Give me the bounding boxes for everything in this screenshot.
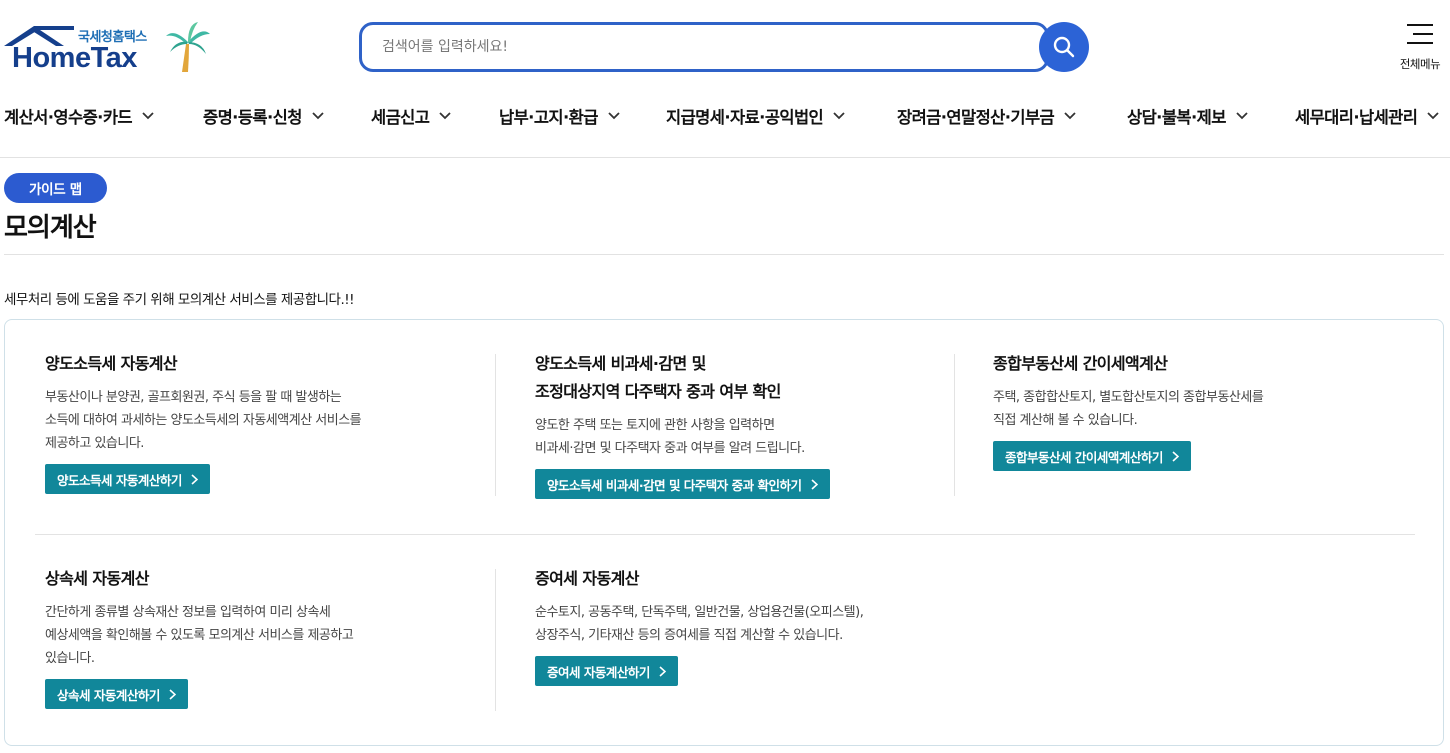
hometax-logo[interactable]: 국세청홈택스 HomeTax	[4, 22, 214, 74]
row-divider	[35, 534, 1415, 535]
button-label: 상속세 자동계산하기	[57, 687, 160, 703]
button-label: 양도소득세 자동계산하기	[57, 472, 182, 488]
gnb-label: 세금신고	[371, 108, 430, 127]
logo-name: HomeTax	[12, 42, 137, 74]
page-intro: 세무처리 등에 도움을 주기 위해 모의계산 서비스를 제공합니다.!!	[4, 292, 355, 308]
service-card-inheritance-tax: 상속세 자동계산 간단하게 종류별 상속재산 정보를 입력하여 미리 상속세 예…	[45, 565, 354, 709]
chevron-down-icon	[142, 112, 154, 120]
service-description: 주택, 종합합산토지, 별도합산토지의 종합부동산세를 직접 계산해 볼 수 있…	[993, 390, 1264, 428]
chevron-right-icon	[169, 688, 176, 700]
chevron-down-icon	[1236, 112, 1248, 120]
gnb-label: 계산서·영수증·카드	[4, 108, 133, 127]
chevron-down-icon	[608, 112, 620, 120]
all-menu-label: 전체메뉴	[1399, 57, 1441, 71]
search-box	[359, 22, 1049, 72]
real-estate-tax-calc-button[interactable]: 종합부동산세 간이세액계산하기	[993, 441, 1191, 471]
column-divider	[954, 354, 955, 496]
chevron-down-icon	[312, 112, 324, 120]
service-description: 부동산이나 분양권, 골프회원권, 주식 등을 팔 때 발생하는 소득에 대하여…	[45, 390, 362, 451]
service-description: 양도한 주택 또는 토지에 관한 사항을 입력하면 비과세·감면 및 다주택자 …	[535, 418, 805, 456]
button-label: 증여세 자동계산하기	[547, 664, 650, 680]
gnb-divider	[0, 157, 1450, 158]
gnb-item-tax-agent[interactable]: 세무대리·납세관리	[1295, 104, 1439, 128]
gnb-label: 세무대리·납세관리	[1295, 108, 1418, 127]
exemption-check-button[interactable]: 양도소득세 비과세·감면 및 다주택자 중과 확인하기	[535, 469, 830, 499]
chevron-down-icon	[439, 112, 451, 120]
transfer-income-tax-calc-button[interactable]: 양도소득세 자동계산하기	[45, 464, 210, 494]
chevron-right-icon	[659, 665, 666, 677]
service-card-exemption-check: 양도소득세 비과세·감면 및 조정대상지역 다주택자 중과 여부 확인 양도한 …	[535, 350, 830, 499]
gnb-item-incentives[interactable]: 장려금·연말정산·기부금	[897, 104, 1076, 128]
chevron-down-icon	[833, 112, 845, 120]
column-divider	[495, 354, 496, 496]
gnb-item-payment[interactable]: 납부·고지·환급	[499, 104, 620, 128]
service-title: 종합부동산세 간이세액계산	[993, 354, 1168, 373]
service-description: 간단하게 종류별 상속재산 정보를 입력하여 미리 상속세 예상세액을 확인해볼…	[45, 605, 354, 666]
guide-map-button[interactable]: 가이드 맵	[4, 173, 107, 203]
service-title: 양도소득세 자동계산	[45, 354, 178, 373]
button-label: 양도소득세 비과세·감면 및 다주택자 중과 확인하기	[547, 477, 802, 493]
gnb-item-consulting[interactable]: 상담·불복·제보	[1127, 104, 1248, 128]
service-title: 증여세 자동계산	[535, 569, 639, 588]
service-card-transfer-income-tax: 양도소득세 자동계산 부동산이나 분양권, 골프회원권, 주식 등을 팔 때 발…	[45, 350, 362, 494]
chevron-down-icon	[1064, 112, 1076, 120]
gnb-item-certificates[interactable]: 증명·등록·신청	[203, 104, 324, 128]
all-menu-button[interactable]: 전체메뉴	[1390, 22, 1450, 72]
button-label: 종합부동산세 간이세액계산하기	[1005, 449, 1163, 465]
search-input[interactable]	[382, 35, 1002, 59]
gnb-label: 상담·불복·제보	[1127, 108, 1226, 127]
service-title: 양도소득세 비과세·감면 및 조정대상지역 다주택자 중과 여부 확인	[535, 354, 781, 401]
service-card-gift-tax: 증여세 자동계산 순수토지, 공동주택, 단독주택, 일반건물, 상업용건물(오…	[535, 565, 864, 686]
chevron-right-icon	[810, 478, 818, 490]
gnb-item-tax-filing[interactable]: 세금신고	[371, 104, 451, 128]
gnb-label: 납부·고지·환급	[499, 108, 598, 127]
gnb-label: 증명·등록·신청	[203, 108, 302, 127]
chevron-right-icon	[191, 473, 198, 485]
main-navigation: 계산서·영수증·카드 증명·등록·신청 세금신고 납부·고지·환급 지급명세·자…	[0, 96, 1450, 136]
chevron-down-icon	[1427, 112, 1439, 120]
gnb-item-receipts[interactable]: 계산서·영수증·카드	[4, 104, 154, 128]
gnb-label: 장려금·연말정산·기부금	[897, 108, 1055, 127]
title-divider	[4, 254, 1444, 255]
service-description: 순수토지, 공동주택, 단독주택, 일반건물, 상업용건물(오피스텔), 상장주…	[535, 605, 864, 643]
service-card-comprehensive-real-estate-tax: 종합부동산세 간이세액계산 주택, 종합합산토지, 별도합산토지의 종합부동산세…	[993, 350, 1264, 471]
gnb-item-statements[interactable]: 지급명세·자료·공익법인	[666, 104, 845, 128]
hamburger-icon	[1407, 24, 1433, 51]
inheritance-tax-calc-button[interactable]: 상속세 자동계산하기	[45, 679, 188, 709]
palm-tree-icon	[166, 22, 210, 72]
page-title: 모의계산	[4, 213, 97, 243]
search-button[interactable]	[1039, 22, 1089, 72]
gnb-label: 지급명세·자료·공익법인	[666, 108, 824, 127]
service-title: 상속세 자동계산	[45, 569, 149, 588]
search-icon	[1053, 36, 1075, 58]
chevron-right-icon	[1172, 450, 1179, 462]
service-panel: 양도소득세 자동계산 부동산이나 분양권, 골프회원권, 주식 등을 팔 때 발…	[4, 319, 1444, 746]
gift-tax-calc-button[interactable]: 증여세 자동계산하기	[535, 656, 678, 686]
column-divider	[495, 569, 496, 711]
